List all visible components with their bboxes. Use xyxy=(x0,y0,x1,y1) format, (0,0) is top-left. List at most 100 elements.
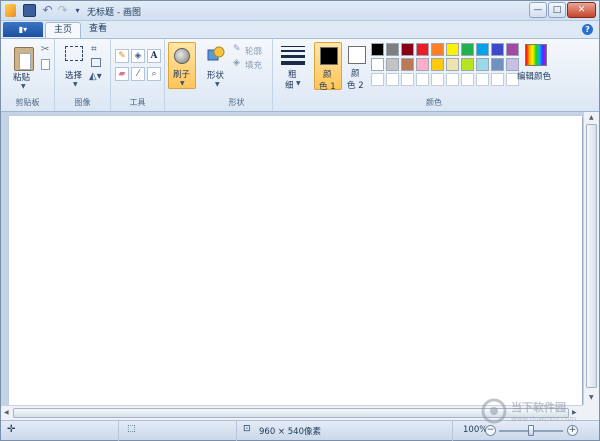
selection-size-segment: ⬚ xyxy=(119,421,237,441)
undo-icon[interactable]: ↶ xyxy=(41,4,54,17)
image-group-label: 图像 xyxy=(74,98,91,107)
save-icon[interactable] xyxy=(23,4,36,17)
palette-swatch[interactable] xyxy=(386,73,399,86)
clipboard-group: 粘贴 ▼ ✂ 剪贴板 xyxy=(1,39,55,111)
clipboard-group-label: 剪贴板 xyxy=(15,98,40,107)
edit-colors-label: 编辑颜色 xyxy=(517,72,552,82)
cursor-position-icon: ✛ xyxy=(7,424,16,435)
close-button[interactable]: ✕ xyxy=(567,2,596,18)
brushes-label: 刷子 xyxy=(173,70,191,80)
size-button[interactable]: 粗 细 ▼ xyxy=(275,41,309,91)
brushes-button[interactable]: 刷子 ▼ xyxy=(168,42,196,89)
palette-swatch[interactable] xyxy=(446,73,459,86)
color1-swatch xyxy=(320,47,338,65)
pencil-icon[interactable]: ✎ xyxy=(115,49,129,63)
rotate-icon[interactable]: ◭▾ xyxy=(89,71,103,85)
color1-label-1: 颜 xyxy=(323,70,332,80)
app-menu-button[interactable]: ▮▾ xyxy=(3,22,43,37)
tools-group-label: 工具 xyxy=(129,98,146,107)
palette-swatch[interactable] xyxy=(431,43,444,56)
fill-label[interactable]: 填充 xyxy=(245,59,262,71)
color1-label-2: 色 1 xyxy=(319,82,336,92)
palette-swatch[interactable] xyxy=(386,43,399,56)
colors-group-label: 颜色 xyxy=(426,98,442,107)
palette-swatch[interactable] xyxy=(491,58,504,71)
paint-app-icon[interactable] xyxy=(5,4,16,17)
image-dimensions: 960 × 540像素 xyxy=(259,427,321,437)
edit-colors-button[interactable]: 编辑颜色 xyxy=(517,43,557,91)
palette-swatch[interactable] xyxy=(431,58,444,71)
workspace xyxy=(1,112,583,405)
chevron-down-icon: ▼ xyxy=(180,80,185,87)
resize-icon[interactable] xyxy=(91,58,101,67)
image-group: 选择 ▼ ⌗ ◭▾ 图像 xyxy=(55,39,111,111)
text-tool-icon[interactable]: A xyxy=(147,49,161,63)
palette-swatch[interactable] xyxy=(416,58,429,71)
copy-icon[interactable] xyxy=(41,59,50,70)
palette-swatch[interactable] xyxy=(461,73,474,86)
palette-swatch[interactable] xyxy=(401,43,414,56)
tab-home[interactable]: 主页 xyxy=(45,22,82,38)
palette-swatch[interactable] xyxy=(371,43,384,56)
palette-swatch[interactable] xyxy=(371,58,384,71)
paste-label: 粘贴 xyxy=(13,73,31,83)
eraser-icon[interactable]: ▰ xyxy=(115,67,129,81)
palette-swatch[interactable] xyxy=(431,73,444,86)
cursor-position-segment: ✛ xyxy=(1,421,119,441)
ribbon-tab-row: ▮▾ 主页 查看 ? xyxy=(1,21,599,38)
palette-swatch[interactable] xyxy=(416,43,429,56)
shapes-label[interactable]: 形状 xyxy=(207,69,224,81)
customize-icon[interactable]: ▾ xyxy=(71,4,84,17)
shapes-icon[interactable] xyxy=(207,46,225,62)
paint-window: ↶ ↷ ▾ 无标题 - 画图 — □ ✕ ▮▾ 主页 查看 ? 粘贴 ▼ ✂ 剪… xyxy=(0,0,600,441)
size-label-2: 细 xyxy=(285,81,294,91)
shapes-group: 形状 ▼ ✎ 轮廓 ◈ 填充 形状 xyxy=(201,39,273,111)
vertical-scroll-thumb[interactable] xyxy=(586,124,597,388)
drawing-canvas[interactable] xyxy=(9,116,582,405)
color2-label-2: 色 2 xyxy=(347,81,364,91)
watermark-url: www.downxia.com xyxy=(511,415,577,423)
palette-swatch[interactable] xyxy=(491,73,504,86)
palette-swatch[interactable] xyxy=(386,58,399,71)
image-size-icon: ⊡ xyxy=(243,424,251,434)
palette-swatch[interactable] xyxy=(401,73,414,86)
ribbon: 粘贴 ▼ ✂ 剪贴板 选择 ▼ ⌗ ◭▾ 图像 ✎ ◈ A ▰ ⁄ ⌕ 工具 刷… xyxy=(1,38,599,112)
palette-swatch[interactable] xyxy=(476,43,489,56)
help-icon[interactable]: ? xyxy=(582,24,593,35)
crop-icon[interactable]: ⌗ xyxy=(91,44,105,58)
color2-button[interactable]: 颜 色 2 xyxy=(343,42,371,91)
vertical-scrollbar[interactable]: ▲ ▼ xyxy=(583,112,599,405)
select-label[interactable]: 选择 xyxy=(65,69,82,81)
chevron-down-icon: ▼ xyxy=(73,81,78,88)
minimize-button[interactable]: — xyxy=(529,2,547,18)
paste-button[interactable]: 粘贴 ▼ xyxy=(7,41,39,91)
color2-swatch xyxy=(348,46,366,64)
maximize-button[interactable]: □ xyxy=(548,2,566,18)
fill-bucket-icon[interactable]: ◈ xyxy=(131,49,145,63)
outline-label[interactable]: 轮廓 xyxy=(245,45,262,57)
scroll-left-icon[interactable]: ◀ xyxy=(4,409,9,416)
cut-icon[interactable]: ✂ xyxy=(41,44,55,58)
shapes-group-label: 形状 xyxy=(228,98,245,107)
palette-swatch[interactable] xyxy=(446,58,459,71)
palette-swatch[interactable] xyxy=(506,43,519,56)
palette-swatch[interactable] xyxy=(476,58,489,71)
tab-view[interactable]: 查看 xyxy=(81,22,115,38)
palette-swatch[interactable] xyxy=(461,58,474,71)
brush-icon xyxy=(174,48,190,64)
magnifier-icon[interactable]: ⌕ xyxy=(147,67,161,81)
palette-swatch[interactable] xyxy=(461,43,474,56)
palette-swatch[interactable] xyxy=(491,43,504,56)
palette-swatch[interactable] xyxy=(401,58,414,71)
color-picker-icon[interactable]: ⁄ xyxy=(131,67,145,81)
palette-swatch[interactable] xyxy=(446,43,459,56)
select-icon[interactable] xyxy=(65,46,83,61)
palette-swatch[interactable] xyxy=(476,73,489,86)
redo-icon[interactable]: ↷ xyxy=(56,4,69,17)
scroll-up-icon[interactable]: ▲ xyxy=(589,114,594,121)
color-palette xyxy=(371,43,521,91)
palette-swatch[interactable] xyxy=(371,73,384,86)
watermark: 当下软件园 www.downxia.com xyxy=(481,397,591,427)
color1-button[interactable]: 颜 色 1 xyxy=(314,42,342,92)
palette-swatch[interactable] xyxy=(416,73,429,86)
